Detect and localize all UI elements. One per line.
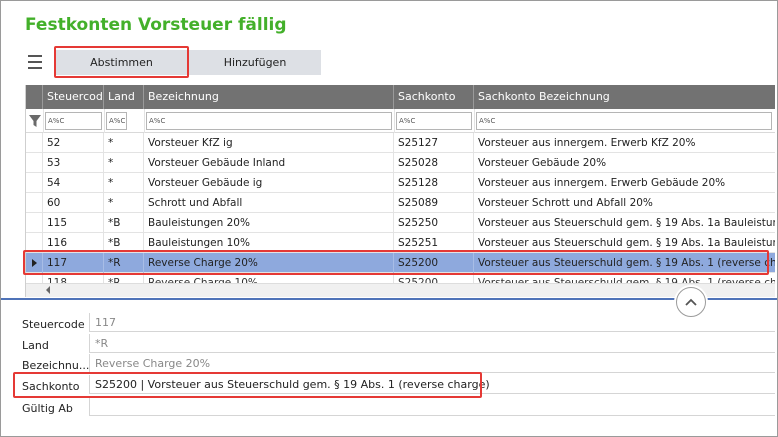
cell-bezeichnung: Vorsteuer Gebäude Inland xyxy=(144,153,394,173)
filter-input-sachkonto[interactable]: A%C xyxy=(396,112,472,130)
filter-row: A%C A%C A%C A%C A%C xyxy=(26,109,775,133)
grid-header: Steuercode Land Bezeichnung Sachkonto Sa… xyxy=(26,85,775,109)
splitter-line[interactable] xyxy=(1,298,777,300)
field-steuercode[interactable]: 117 xyxy=(89,313,775,332)
table-row[interactable]: 115 *B Bauleistungen 20% S25250 Vorsteue… xyxy=(26,213,775,233)
cell-bezeichnung: Reverse Charge 20% xyxy=(144,253,394,273)
cell-land: *B xyxy=(104,213,144,233)
cell-sachkonto-bezeichnung: Vorsteuer Gebäude 20% xyxy=(474,153,775,173)
cell-steuercode: 116 xyxy=(43,233,104,253)
filter-input-bezeichnung[interactable]: A%C xyxy=(146,112,392,130)
cell-bezeichnung: Vorsteuer Gebäude ig xyxy=(144,173,394,193)
horizontal-scrollbar[interactable] xyxy=(26,283,775,297)
data-grid: Steuercode Land Bezeichnung Sachkonto Sa… xyxy=(25,85,775,297)
table-row[interactable]: 53 * Vorsteuer Gebäude Inland S25028 Vor… xyxy=(26,153,775,173)
table-row[interactable]: 60 * Schrott und Abfall S25089 Vorsteuer… xyxy=(26,193,775,213)
table-row[interactable]: 54 * Vorsteuer Gebäude ig S25128 Vorsteu… xyxy=(26,173,775,193)
column-header-steuercode[interactable]: Steuercode xyxy=(43,85,104,109)
column-header-sachkonto[interactable]: Sachkonto xyxy=(394,85,474,109)
filter-icon[interactable] xyxy=(28,113,42,129)
label-bezeichnung: Bezeichnu... xyxy=(22,359,90,372)
header-corner xyxy=(26,85,43,109)
column-header-sachkonto-bezeichnung[interactable]: Sachkonto Bezeichnung xyxy=(474,85,775,109)
cell-sachkonto-bezeichnung: Vorsteuer aus innergem. Erwerb KfZ 20% xyxy=(474,133,775,153)
cell-sachkonto: S25127 xyxy=(394,133,474,153)
cell-land: * xyxy=(104,193,144,213)
cell-land: * xyxy=(104,153,144,173)
cell-sachkonto: S25089 xyxy=(394,193,474,213)
row-indicator xyxy=(26,253,43,273)
cell-sachkonto-bezeichnung: Vorsteuer aus innergem. Erwerb Gebäude 2… xyxy=(474,173,775,193)
table-row[interactable]: 52 * Vorsteuer KfZ ig S25127 Vorsteuer a… xyxy=(26,133,775,153)
window-frame: Festkonten Vorsteuer fällig Abstimmen Hi… xyxy=(0,0,778,437)
cell-land: * xyxy=(104,133,144,153)
filter-input-land[interactable]: A%C xyxy=(106,112,127,130)
filter-input-sachkonto-bezeichnung[interactable]: A%C xyxy=(476,112,772,130)
cell-steuercode: 115 xyxy=(43,213,104,233)
cell-sachkonto: S25250 xyxy=(394,213,474,233)
cell-bezeichnung: Bauleistungen 20% xyxy=(144,213,394,233)
column-header-bezeichnung[interactable]: Bezeichnung xyxy=(144,85,394,109)
hinzufuegen-button[interactable]: Hinzufügen xyxy=(189,50,321,75)
cell-land: * xyxy=(104,173,144,193)
label-steuercode: Steuercode xyxy=(22,318,85,331)
field-land[interactable]: *R xyxy=(89,334,775,353)
cell-land: *R xyxy=(104,253,144,273)
cell-steuercode: 53 xyxy=(43,153,104,173)
cell-steuercode: 52 xyxy=(43,133,104,153)
cell-sachkonto: S25200 xyxy=(394,253,474,273)
hamburger-menu-icon[interactable] xyxy=(28,55,42,69)
cell-sachkonto: S25251 xyxy=(394,233,474,253)
cell-sachkonto: S25028 xyxy=(394,153,474,173)
page-title: Festkonten Vorsteuer fällig xyxy=(25,15,287,35)
row-pointer-icon xyxy=(32,259,37,267)
scroll-left-arrow-icon[interactable] xyxy=(46,286,50,294)
cell-sachkonto: S25128 xyxy=(394,173,474,193)
cell-bezeichnung: Schrott und Abfall xyxy=(144,193,394,213)
cell-sachkonto-bezeichnung: Vorsteuer aus Steuerschuld gem. § 19 Abs… xyxy=(474,253,775,273)
label-gueltig-ab: Gültig Ab xyxy=(22,402,73,415)
cell-steuercode: 54 xyxy=(43,173,104,193)
field-bezeichnung[interactable]: Reverse Charge 20% xyxy=(89,354,775,373)
label-land: Land xyxy=(22,339,49,352)
cell-sachkonto-bezeichnung: Vorsteuer aus Steuerschuld gem. § 19 Abs… xyxy=(474,233,775,253)
field-gueltig-ab[interactable] xyxy=(89,397,775,416)
cell-bezeichnung: Vorsteuer KfZ ig xyxy=(144,133,394,153)
cell-steuercode: 60 xyxy=(43,193,104,213)
cell-steuercode: 117 xyxy=(43,253,104,273)
abstimmen-button[interactable]: Abstimmen xyxy=(56,50,187,75)
table-row-selected[interactable]: 117 *R Reverse Charge 20% S25200 Vorsteu… xyxy=(26,253,775,273)
cell-bezeichnung: Bauleistungen 10% xyxy=(144,233,394,253)
cell-sachkonto-bezeichnung: Vorsteuer aus Steuerschuld gem. § 19 Abs… xyxy=(474,213,775,233)
cell-land: *B xyxy=(104,233,144,253)
label-sachkonto: Sachkonto xyxy=(22,380,80,393)
table-row[interactable]: 116 *B Bauleistungen 10% S25251 Vorsteue… xyxy=(26,233,775,253)
cell-sachkonto-bezeichnung: Vorsteuer Schrott und Abfall 20% xyxy=(474,193,775,213)
field-sachkonto[interactable]: S25200 | Vorsteuer aus Steuerschuld gem.… xyxy=(89,375,775,394)
column-header-land[interactable]: Land xyxy=(104,85,144,109)
filter-input-steuercode[interactable]: A%C xyxy=(45,112,102,130)
